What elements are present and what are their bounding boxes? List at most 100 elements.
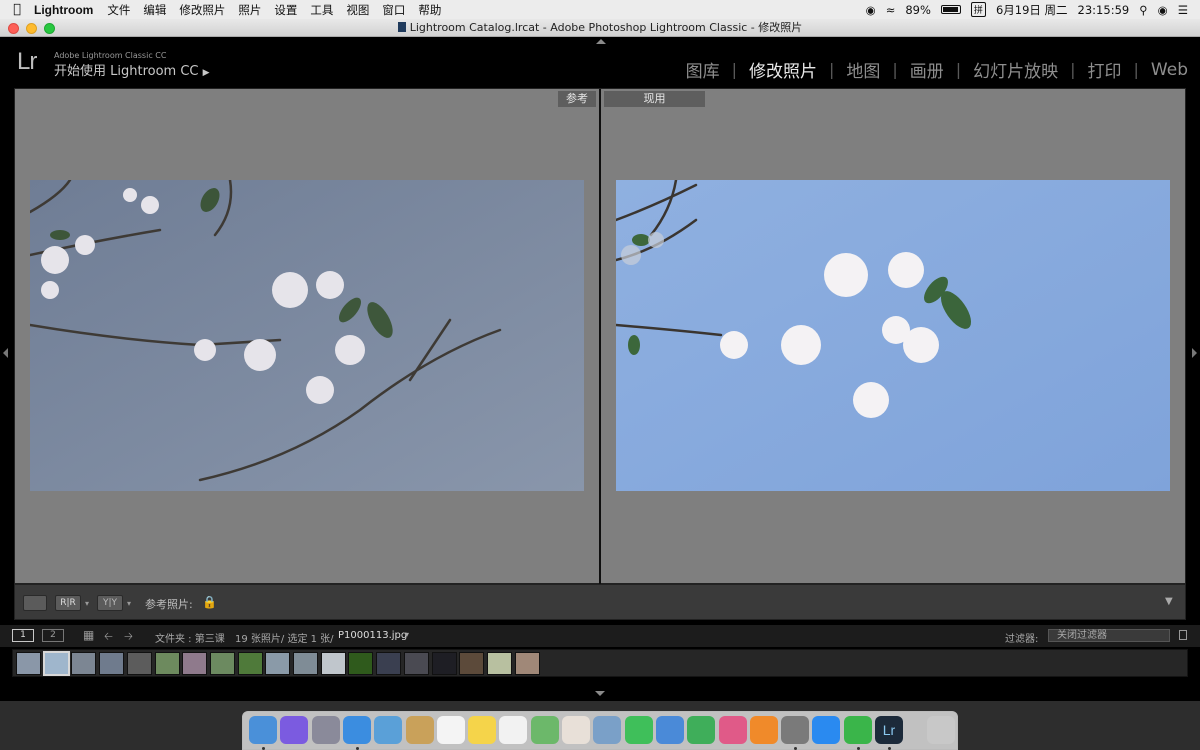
menubar-time[interactable]: 23:15:59 (1078, 3, 1130, 17)
system-prefs-icon[interactable] (781, 716, 810, 744)
itunes-icon[interactable] (718, 716, 747, 744)
finder-icon[interactable] (249, 716, 277, 744)
filter-lock-icon[interactable] (1179, 630, 1187, 640)
back-arrow-icon[interactable]: 🡠 (104, 628, 113, 647)
filmstrip-thumbnail[interactable] (486, 652, 512, 675)
wechat-status-icon[interactable]: ◉ (866, 3, 876, 17)
menubar-date[interactable]: 6月19日 周二 (996, 2, 1068, 18)
chevron-down-icon[interactable]: ▾ (127, 599, 131, 608)
input-method-icon[interactable]: 拼 (970, 2, 986, 17)
wifi-icon[interactable]: ≈ (886, 3, 896, 17)
close-window-button[interactable] (8, 23, 19, 34)
toolbar-menu-chevron-icon[interactable]: ▼ (1165, 596, 1173, 607)
trash-icon[interactable] (927, 716, 955, 744)
get-started-label: 开始使用 Lightroom CC (54, 64, 199, 79)
calendar-icon[interactable] (436, 716, 465, 744)
filmstrip-thumbnail[interactable] (348, 652, 374, 675)
menu-file[interactable]: 文件 (107, 2, 130, 18)
window-titlebar[interactable]: Lightroom Catalog.lrcat - Adobe Photosho… (0, 19, 1200, 37)
menu-develop[interactable]: 修改照片 (179, 2, 225, 18)
lightroom-icon[interactable]: Lr (875, 716, 903, 744)
loupe-view-button[interactable] (23, 595, 47, 611)
launchpad-icon[interactable] (311, 716, 340, 744)
safari-icon[interactable] (342, 716, 371, 744)
filmstrip-thumbnail[interactable] (376, 652, 402, 675)
menu-window[interactable]: 窗口 (382, 2, 405, 18)
filmstrip-thumbnail[interactable] (459, 652, 485, 675)
preview-icon[interactable] (593, 716, 622, 744)
siri-menubar-icon[interactable]: ◉ (1158, 3, 1168, 17)
filename-dropdown-icon[interactable]: ▾ (405, 630, 409, 639)
chevron-down-icon[interactable]: ▾ (85, 599, 89, 608)
get-started-link[interactable]: 开始使用 Lightroom CC ▶ (54, 60, 210, 79)
module-map[interactable]: 地图 (846, 57, 880, 82)
maps-icon[interactable] (530, 716, 559, 744)
menu-settings[interactable]: 设置 (274, 2, 297, 18)
filmstrip-thumbnail[interactable] (182, 652, 208, 675)
compare-view: 参考 现用 (14, 88, 1186, 585)
wechat-icon[interactable] (843, 716, 872, 744)
before-after-swap-button[interactable]: Y|Y (97, 595, 123, 611)
module-print[interactable]: 打印 (1088, 57, 1122, 82)
main-window-button[interactable]: 1 (12, 629, 34, 642)
reference-photo[interactable] (30, 180, 584, 491)
menu-help[interactable]: 帮助 (418, 2, 441, 18)
zoom-window-button[interactable] (44, 23, 55, 34)
apple-icon[interactable]:  (0, 2, 34, 17)
source-folder-label[interactable]: 文件夹 : 第三课 (155, 630, 225, 645)
filmstrip-thumbnail[interactable] (99, 652, 125, 675)
notes-icon[interactable] (405, 716, 434, 744)
filmstrip-thumbnail[interactable] (42, 651, 70, 676)
module-library[interactable]: 图库 (686, 57, 720, 82)
reminders-icon[interactable] (499, 716, 528, 744)
stickies-icon[interactable] (468, 716, 497, 744)
menu-app-name[interactable]: Lightroom (34, 3, 93, 17)
filmstrip-thumbnail[interactable] (126, 652, 152, 675)
filmstrip-thumbnail[interactable] (209, 652, 235, 675)
books-icon[interactable] (749, 716, 778, 744)
filmstrip-thumbnail[interactable] (237, 652, 263, 675)
menu-edit[interactable]: 编辑 (143, 2, 166, 18)
filmstrip-thumbnail[interactable] (320, 652, 346, 675)
collapse-top-panel-icon[interactable] (596, 39, 606, 44)
menu-photo[interactable]: 照片 (238, 2, 261, 18)
spotlight-icon[interactable]: ⚲ (1139, 3, 1147, 17)
module-separator: | (828, 60, 835, 79)
numbers-icon[interactable] (687, 716, 716, 744)
selected-filename[interactable]: P1000113.jpg (338, 630, 407, 641)
minimize-window-button[interactable] (26, 23, 37, 34)
keynote-icon[interactable] (655, 716, 684, 744)
filmstrip-thumbnail[interactable] (403, 652, 429, 675)
collapse-left-panel-icon[interactable] (3, 348, 8, 358)
filmstrip-thumbnail[interactable] (154, 652, 180, 675)
module-develop[interactable]: 修改照片 (749, 57, 817, 82)
facetime-icon[interactable] (624, 716, 653, 744)
filmstrip-thumbnail[interactable] (431, 652, 457, 675)
mail-icon[interactable] (374, 716, 403, 744)
filter-select[interactable]: 关闭过滤器 (1048, 629, 1170, 642)
collapse-right-panel-icon[interactable] (1192, 348, 1197, 358)
forward-arrow-icon[interactable]: 🡢 (124, 628, 133, 647)
appstore-icon[interactable] (812, 716, 841, 744)
collapse-bottom-panel-icon[interactable] (595, 691, 605, 696)
filmstrip-thumbnail[interactable] (265, 652, 291, 675)
siri-icon[interactable] (280, 716, 309, 744)
before-after-lr-button[interactable]: R|R (55, 595, 81, 611)
module-book[interactable]: 画册 (910, 57, 944, 82)
menu-tools[interactable]: 工具 (310, 2, 333, 18)
grid-icon[interactable]: ▦ (83, 628, 94, 642)
filmstrip-thumbnail[interactable] (293, 652, 318, 675)
active-photo[interactable] (616, 180, 1170, 491)
second-window-button[interactable]: 2 (42, 629, 64, 642)
notification-center-icon[interactable]: ☰ (1178, 3, 1188, 17)
module-separator: | (1070, 60, 1076, 79)
module-slideshow[interactable]: 幻灯片放映 (973, 57, 1058, 82)
module-web[interactable]: Web (1151, 60, 1188, 80)
menu-view[interactable]: 视图 (346, 2, 369, 18)
filmstrip-thumbnail[interactable] (514, 652, 540, 675)
battery-icon[interactable] (940, 5, 961, 14)
lock-icon[interactable]: 🔒 (202, 595, 217, 609)
filmstrip-thumbnail[interactable] (16, 652, 41, 675)
photos-icon[interactable] (562, 716, 590, 744)
filmstrip-thumbnail[interactable] (71, 652, 97, 675)
